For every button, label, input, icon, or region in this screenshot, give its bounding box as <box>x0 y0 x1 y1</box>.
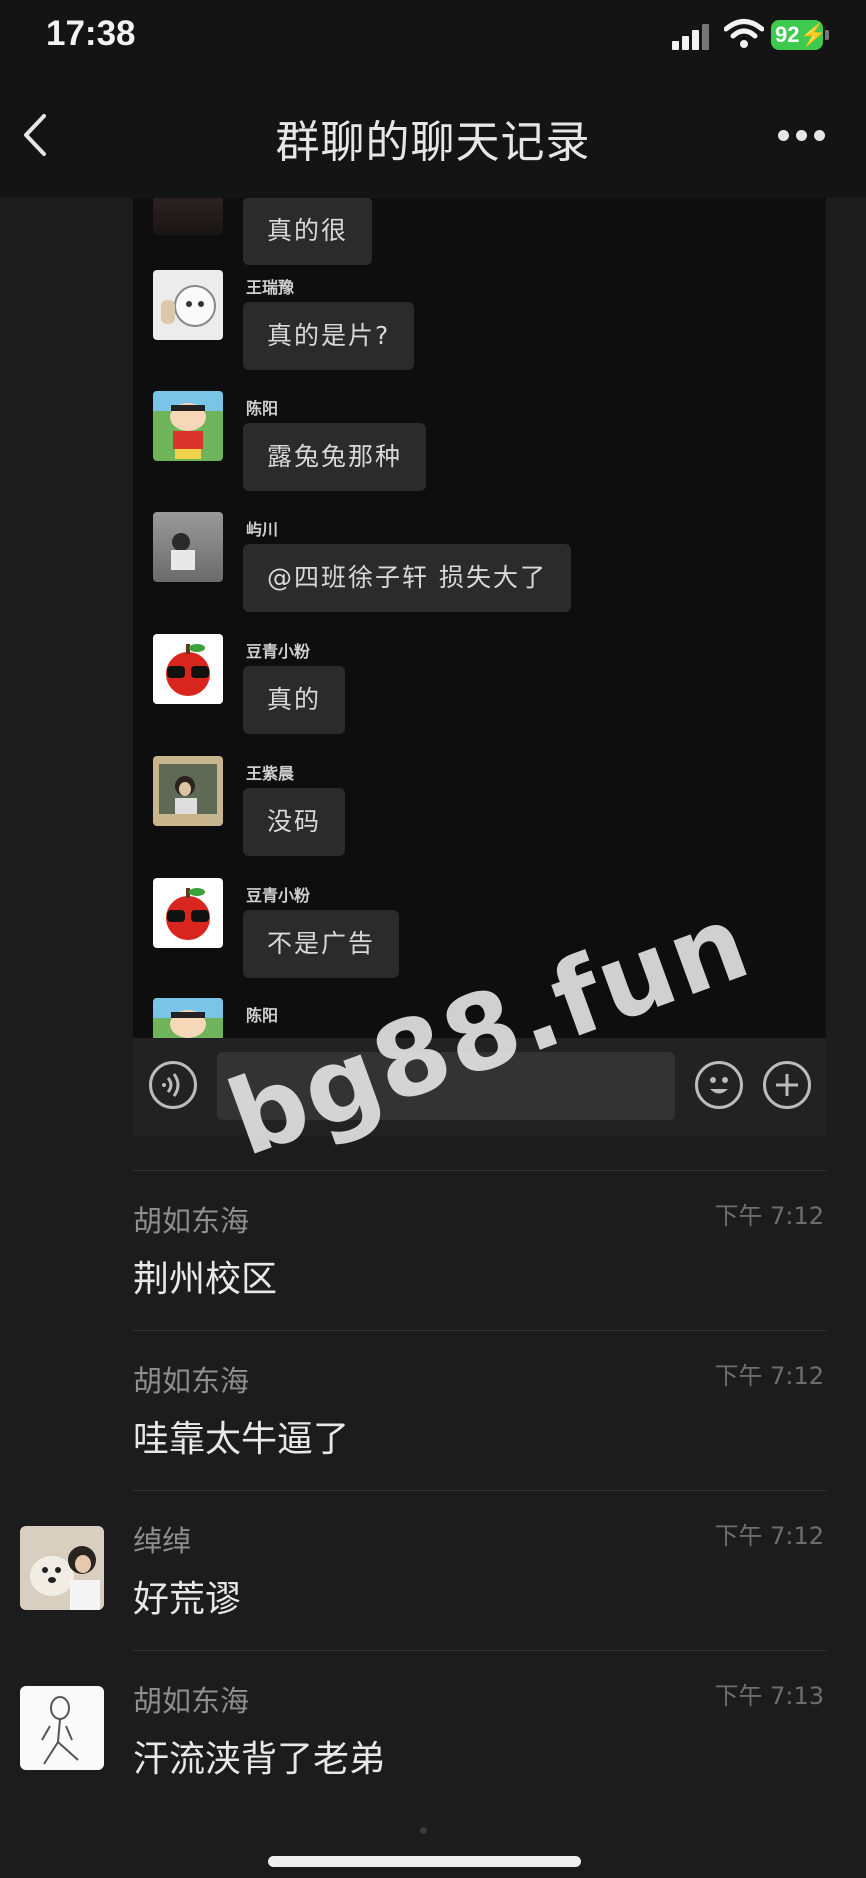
comment-author: 胡如东海 <box>133 1364 250 1398</box>
message-sender: 屿川 <box>246 520 279 539</box>
dog-and-girl-photo-avatar[interactable] <box>20 1526 104 1610</box>
comment-author: 胡如东海 <box>133 1204 250 1238</box>
comment-text: 好荒谬 <box>133 1579 242 1620</box>
voice-icon <box>149 1061 197 1109</box>
crayon-shin-chan-avatar <box>153 391 223 461</box>
message-bubble: @四班徐子轩 损失大了 <box>243 544 571 612</box>
message-bubble: 不是广告 <box>243 910 400 978</box>
battery-icon: 92⚡ <box>771 20 829 50</box>
emoji-icon <box>695 1061 743 1109</box>
apple-sunglasses-avatar <box>153 634 223 704</box>
wifi-icon <box>724 19 764 48</box>
screenshot-message: 陈阳 露兔兔那种 <box>153 391 753 501</box>
message-sender: 豆青小粉 <box>246 642 311 661</box>
comment-text: 汗流浃背了老弟 <box>133 1739 386 1780</box>
comment-author: 胡如东海 <box>133 1684 250 1718</box>
comment-row[interactable]: 胡如东海 下午 7:13 汗流浃背了老弟 <box>0 1650 866 1810</box>
page-indicator-dot <box>420 1827 427 1834</box>
message-bubble: 真的是片? <box>243 302 415 370</box>
home-indicator[interactable] <box>268 1856 581 1867</box>
comment-author: 绰绰 <box>133 1524 192 1558</box>
comment-time: 下午 7:12 <box>714 1362 824 1390</box>
cellular-signal-icon <box>672 22 714 50</box>
nav-bar: 群聊的聊天记录 <box>0 70 866 198</box>
screenshot-message: 豆青小粉 真的 <box>153 634 753 744</box>
screenshot-message: 王瑞豫 真的是片? <box>153 270 753 380</box>
more-options-icon[interactable] <box>778 130 826 142</box>
dark-photo-avatar <box>153 198 223 235</box>
sketch-figure-avatar[interactable] <box>20 1686 104 1770</box>
screenshot-message: 真的很 <box>153 198 753 275</box>
page-title: 群聊的聊天记录 <box>275 117 591 168</box>
message-sender: 陈阳 <box>246 399 279 418</box>
comment-row[interactable]: 绰绰 下午 7:12 好荒谬 <box>0 1490 866 1650</box>
battery-level: 92 <box>775 22 800 47</box>
plus-icon <box>763 1061 811 1109</box>
message-bubble: 真的很 <box>243 198 373 265</box>
status-time: 17:38 <box>46 14 136 53</box>
message-sender: 陈阳 <box>246 1006 279 1025</box>
comment-time: 下午 7:13 <box>714 1682 824 1710</box>
screenshot-message: 王紫晨 没码 <box>153 756 753 866</box>
status-bar: 17:38 92⚡ <box>0 0 866 70</box>
message-sender: 王紫晨 <box>246 764 295 783</box>
comment-text: 荆州校区 <box>133 1259 278 1300</box>
comment-text: 哇靠太牛逼了 <box>133 1419 350 1460</box>
comment-row[interactable]: 胡如东海 下午 7:12 哇靠太牛逼了 <box>0 1330 866 1490</box>
comment-row[interactable]: 胡如东海 下午 7:12 荆州校区 <box>0 1170 866 1330</box>
message-sender: 豆青小粉 <box>246 886 311 905</box>
doll-avatar <box>153 270 223 340</box>
screenshot-message: 屿川 @四班徐子轩 损失大了 <box>153 512 753 622</box>
message-bubble: 露兔兔那种 <box>243 423 427 491</box>
message-bubble: 真的 <box>243 666 346 734</box>
message-bubble: 没码 <box>243 788 346 856</box>
message-sender: 王瑞豫 <box>246 278 295 297</box>
girl-photo-avatar <box>153 756 223 826</box>
person-photo-avatar <box>153 512 223 582</box>
comment-time: 下午 7:12 <box>714 1202 824 1230</box>
comment-time: 下午 7:12 <box>714 1522 824 1550</box>
apple-sunglasses-avatar <box>153 878 223 948</box>
